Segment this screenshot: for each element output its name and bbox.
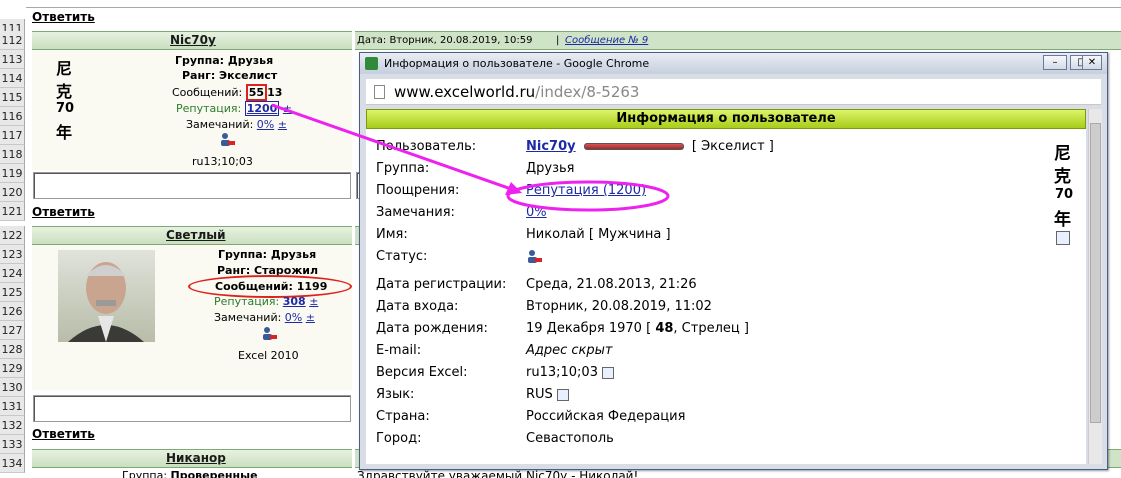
magenta-circle-annotation [506, 180, 670, 212]
magenta-arrow-annotation [271, 103, 670, 212]
